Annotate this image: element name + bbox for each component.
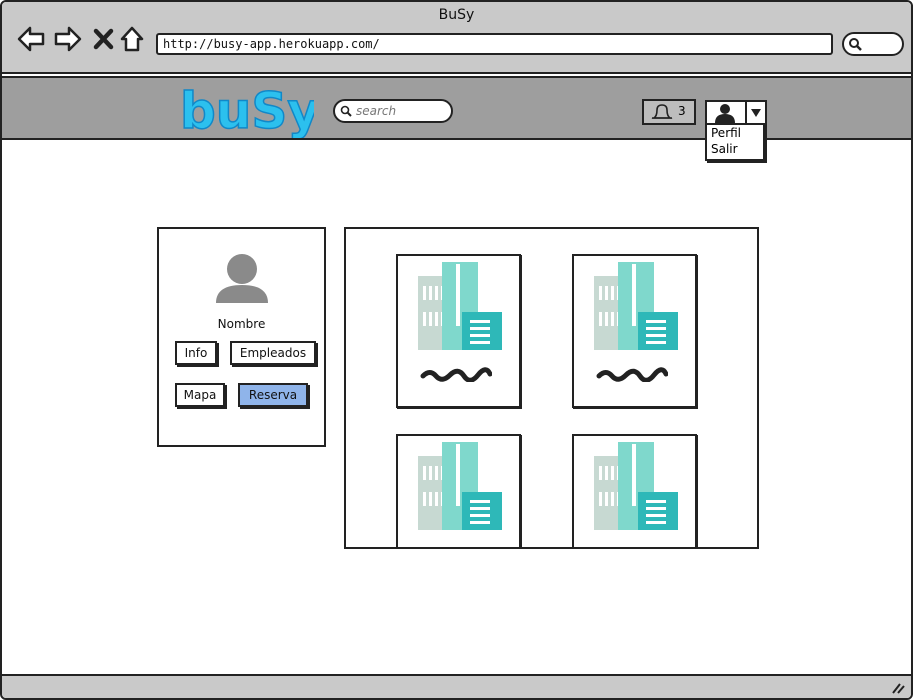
menu-item-perfil[interactable]: Perfil — [707, 125, 763, 141]
placeholder-text-scribble — [420, 367, 492, 382]
browser-window: BuSy http://busy-app.herokuapp.com/ buSy… — [0, 0, 913, 700]
home-icon[interactable] — [118, 24, 148, 54]
bell-icon — [651, 104, 673, 119]
resize-icon[interactable] — [891, 682, 905, 694]
search-placeholder: search — [356, 104, 397, 118]
building-card[interactable] — [396, 434, 521, 547]
back-icon[interactable] — [16, 24, 46, 54]
notifications-button[interactable]: 3 — [642, 99, 696, 125]
window-title: BuSy — [438, 7, 475, 23]
app-logo[interactable]: buSy — [178, 81, 321, 142]
browser-titlebar: BuSy http://busy-app.herokuapp.com/ — [2, 2, 911, 74]
profile-name: Nombre — [217, 317, 266, 331]
app-header: buSy search 3 — [2, 76, 911, 142]
forward-icon[interactable] — [53, 24, 83, 54]
search-icon — [340, 105, 352, 117]
logo-text: buSy — [180, 82, 314, 138]
browser-statusbar — [2, 674, 911, 698]
caret-down-icon — [751, 109, 761, 117]
building-card[interactable] — [396, 254, 521, 408]
building-icon — [594, 262, 678, 350]
user-icon — [715, 104, 735, 123]
building-icon — [594, 442, 678, 530]
search-icon — [849, 38, 862, 51]
building-card[interactable] — [572, 434, 697, 547]
empleados-button[interactable]: Empleados — [230, 341, 316, 365]
profile-card: Nombre Info Empleados Mapa Reserva — [157, 227, 326, 447]
search-input[interactable]: search — [333, 99, 453, 123]
building-card[interactable] — [572, 254, 697, 408]
browser-search-field[interactable] — [842, 32, 904, 56]
building-icon — [418, 262, 502, 350]
menu-item-salir[interactable]: Salir — [707, 141, 763, 157]
url-bar[interactable]: http://busy-app.herokuapp.com/ — [156, 33, 833, 55]
building-grid — [344, 227, 759, 549]
placeholder-text-scribble — [596, 367, 668, 382]
building-icon — [418, 442, 502, 530]
notification-count: 3 — [678, 104, 686, 118]
info-button[interactable]: Info — [175, 341, 217, 365]
avatar — [216, 254, 268, 303]
reserva-button[interactable]: Reserva — [238, 383, 308, 407]
user-dropdown-menu: Perfil Salir — [705, 123, 765, 161]
mapa-button[interactable]: Mapa — [175, 383, 225, 407]
